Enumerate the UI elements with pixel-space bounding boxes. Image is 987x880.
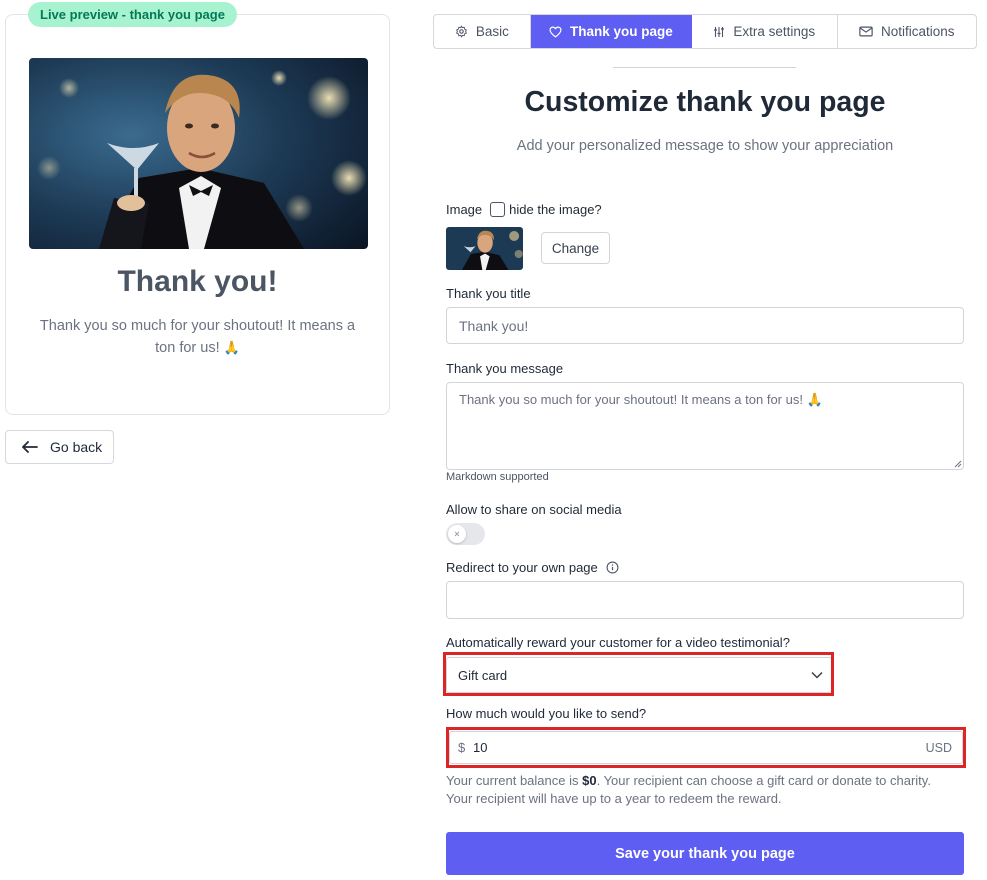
tab-notifications-label: Notifications [880,24,955,39]
folded-hands-icon: 🙏 [223,340,240,355]
divider [613,67,796,68]
amount-label: How much would you like to send? [446,706,647,721]
tab-thank-you-page[interactable]: Thank you page [530,15,693,48]
resize-grip-icon[interactable] [952,458,962,468]
preview-message-text: Thank you so much for your shoutout! It … [39,318,356,356]
folded-hands-icon: 🙏 [806,392,823,407]
markdown-hint: Markdown supported [446,471,549,483]
redirect-url-input[interactable] [446,581,964,619]
amount-value: 10 [473,740,488,755]
share-social-label: Allow to share on social media [446,502,622,517]
thank-you-message-label: Thank you message [446,361,564,376]
dollar-prefix: $ [458,740,466,755]
save-button[interactable]: Save your thank you page [446,832,964,875]
reward-label: Automatically reward your customer for a… [446,635,790,650]
sliders-icon [714,26,725,37]
share-social-toggle[interactable]: × [446,523,485,545]
arrow-left-icon [22,441,38,453]
preview-card: Thank you! Thank you so much for your sh… [5,14,390,415]
image-label: Image [446,202,483,217]
balance-suffix: . Your recipient can choose a gift card … [596,773,931,788]
amount-input[interactable]: $ 10 USD [449,731,963,764]
currency-suffix: USD [925,740,952,755]
reward-type-select[interactable]: Gift card [446,657,832,693]
image-label-row: Image hide the image? [446,202,602,217]
thank-you-title-input[interactable]: Thank you! [446,307,964,344]
live-preview-badge: Live preview - thank you page [28,2,237,27]
thank-you-message-textarea[interactable]: Thank you so much for your shoutout! It … [446,382,964,470]
envelope-icon [859,26,873,37]
redirect-label: Redirect to your own page [446,560,598,575]
redirect-label-row: Redirect to your own page [446,560,619,575]
thank-you-message-text: Thank you so much for your shoutout! It … [459,392,803,407]
preview-image [29,58,368,249]
change-image-button[interactable]: Change [541,232,610,264]
image-thumbnail [446,227,523,270]
page-title: Customize thank you page [524,86,886,118]
tab-notifications[interactable]: Notifications [838,15,976,48]
chevron-down-icon [811,671,823,679]
balance-line2: Your recipient will have up to a year to… [446,791,782,806]
settings-tabs: Basic Thank you page Extra settings Noti… [433,14,977,49]
go-back-button[interactable]: Go back [5,430,114,464]
tab-basic-label: Basic [475,24,509,39]
toggle-off-icon: × [448,525,466,543]
heart-icon [549,26,562,37]
gear-icon [455,25,467,38]
reward-type-value: Gift card [458,667,508,683]
tab-thank-you-page-label: Thank you page [569,24,673,39]
balance-note: Your current balance is $0. Your recipie… [446,772,966,808]
thank-you-title-label: Thank you title [446,286,531,301]
tab-extra-settings[interactable]: Extra settings [692,15,838,48]
balance-amount: $0 [582,773,597,788]
tab-extra-settings-label: Extra settings [733,24,816,39]
go-back-label: Go back [50,439,103,455]
hide-image-label: hide the image? [509,202,602,217]
hide-image-checkbox[interactable] [490,202,506,217]
preview-title: Thank you! [117,265,278,298]
tab-basic[interactable]: Basic [434,15,531,48]
preview-message: Thank you so much for your shoutout! It … [31,315,364,359]
info-icon[interactable] [606,561,619,574]
balance-prefix: Your current balance is [446,773,583,788]
page-subtitle: Add your personalized message to show yo… [516,138,894,154]
